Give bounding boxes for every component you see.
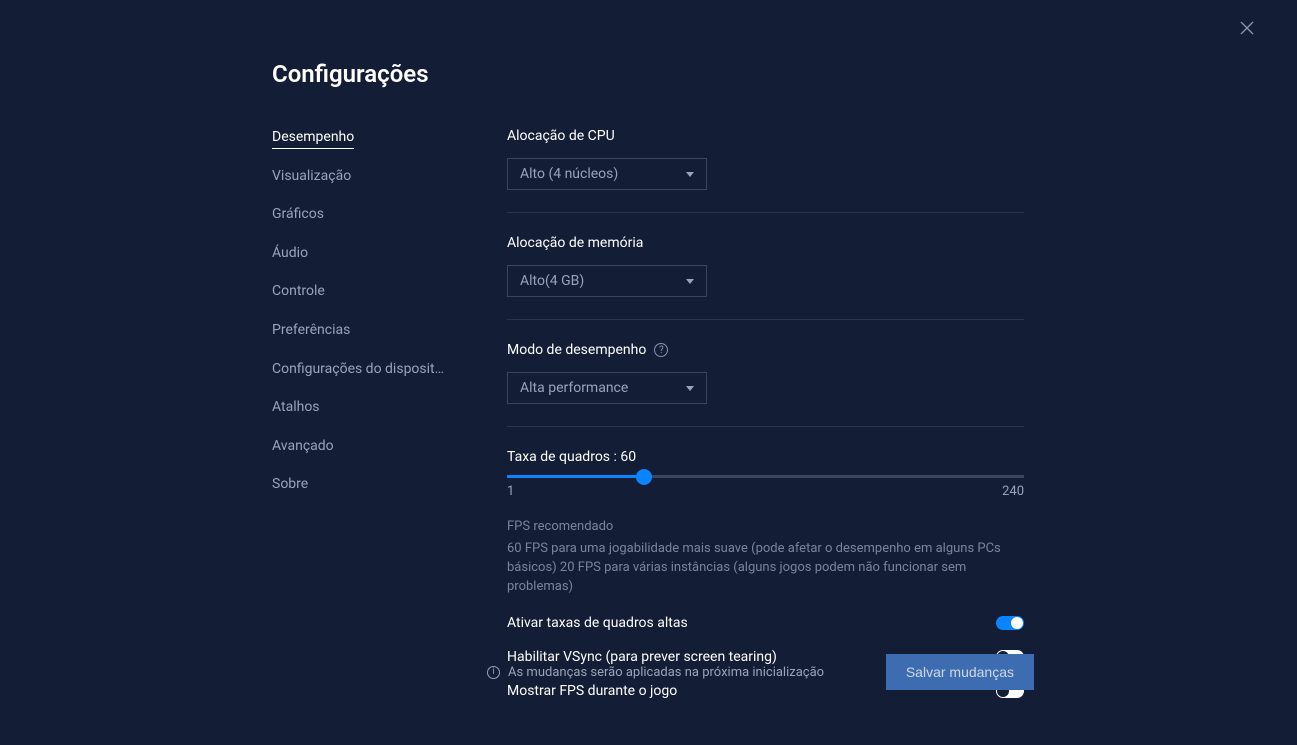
sidebar-item-sobre[interactable]: Sobre (272, 475, 447, 502)
help-icon[interactable]: ? (654, 343, 668, 357)
close-icon[interactable] (1239, 20, 1259, 40)
info-icon: i (487, 666, 500, 679)
memory-allocation-select[interactable]: Alto(4 GB) (507, 265, 707, 297)
sidebar-item-avancado[interactable]: Avançado (272, 437, 447, 464)
high-fps-toggle-label: Ativar taxas de quadros altas (507, 615, 688, 631)
fps-label: Taxa de quadros : 60 (507, 449, 1024, 465)
sidebar-item-controle[interactable]: Controle (272, 282, 447, 309)
sidebar-item-desempenho[interactable]: Desempenho (272, 128, 447, 155)
save-button[interactable]: Salvar mudanças (886, 654, 1034, 690)
cpu-allocation-label: Alocação de CPU (507, 128, 1024, 144)
page-title: Configurações (272, 60, 1297, 88)
fps-slider[interactable] (507, 475, 1024, 478)
fps-hint-title: FPS recomendado (507, 519, 1024, 534)
chevron-down-icon (686, 279, 694, 284)
sidebar-item-visualizacao[interactable]: Visualização (272, 167, 447, 194)
fps-hint-text: 60 FPS para uma jogabilidade mais suave … (507, 540, 1024, 597)
cpu-allocation-value: Alto (4 núcleos) (520, 166, 618, 182)
chevron-down-icon (686, 172, 694, 177)
settings-sidebar: Desempenho Visualização Gráficos Áudio C… (272, 128, 447, 721)
restart-required-message: i As mudanças serão aplicadas na próxima… (487, 665, 824, 680)
high-fps-toggle[interactable] (996, 616, 1024, 630)
cpu-allocation-select[interactable]: Alto (4 núcleos) (507, 158, 707, 190)
sidebar-item-graficos[interactable]: Gráficos (272, 205, 447, 232)
sidebar-item-config-dispositivo[interactable]: Configurações do dispositi… (272, 360, 447, 387)
performance-mode-value: Alta performance (520, 380, 628, 396)
sidebar-item-atalhos[interactable]: Atalhos (272, 398, 447, 425)
fps-slider-thumb[interactable] (636, 469, 652, 485)
fps-min: 1 (507, 484, 514, 499)
performance-mode-label: Modo de desempenho ? (507, 342, 1024, 358)
memory-allocation-label: Alocação de memória (507, 235, 1024, 251)
sidebar-item-audio[interactable]: Áudio (272, 244, 447, 271)
chevron-down-icon (686, 386, 694, 391)
fps-max: 240 (1002, 484, 1024, 499)
settings-content: Alocação de CPU Alto (4 núcleos) Alocaçã… (507, 128, 1024, 721)
performance-mode-select[interactable]: Alta performance (507, 372, 707, 404)
memory-allocation-value: Alto(4 GB) (520, 273, 584, 289)
sidebar-item-preferencias[interactable]: Preferências (272, 321, 447, 348)
